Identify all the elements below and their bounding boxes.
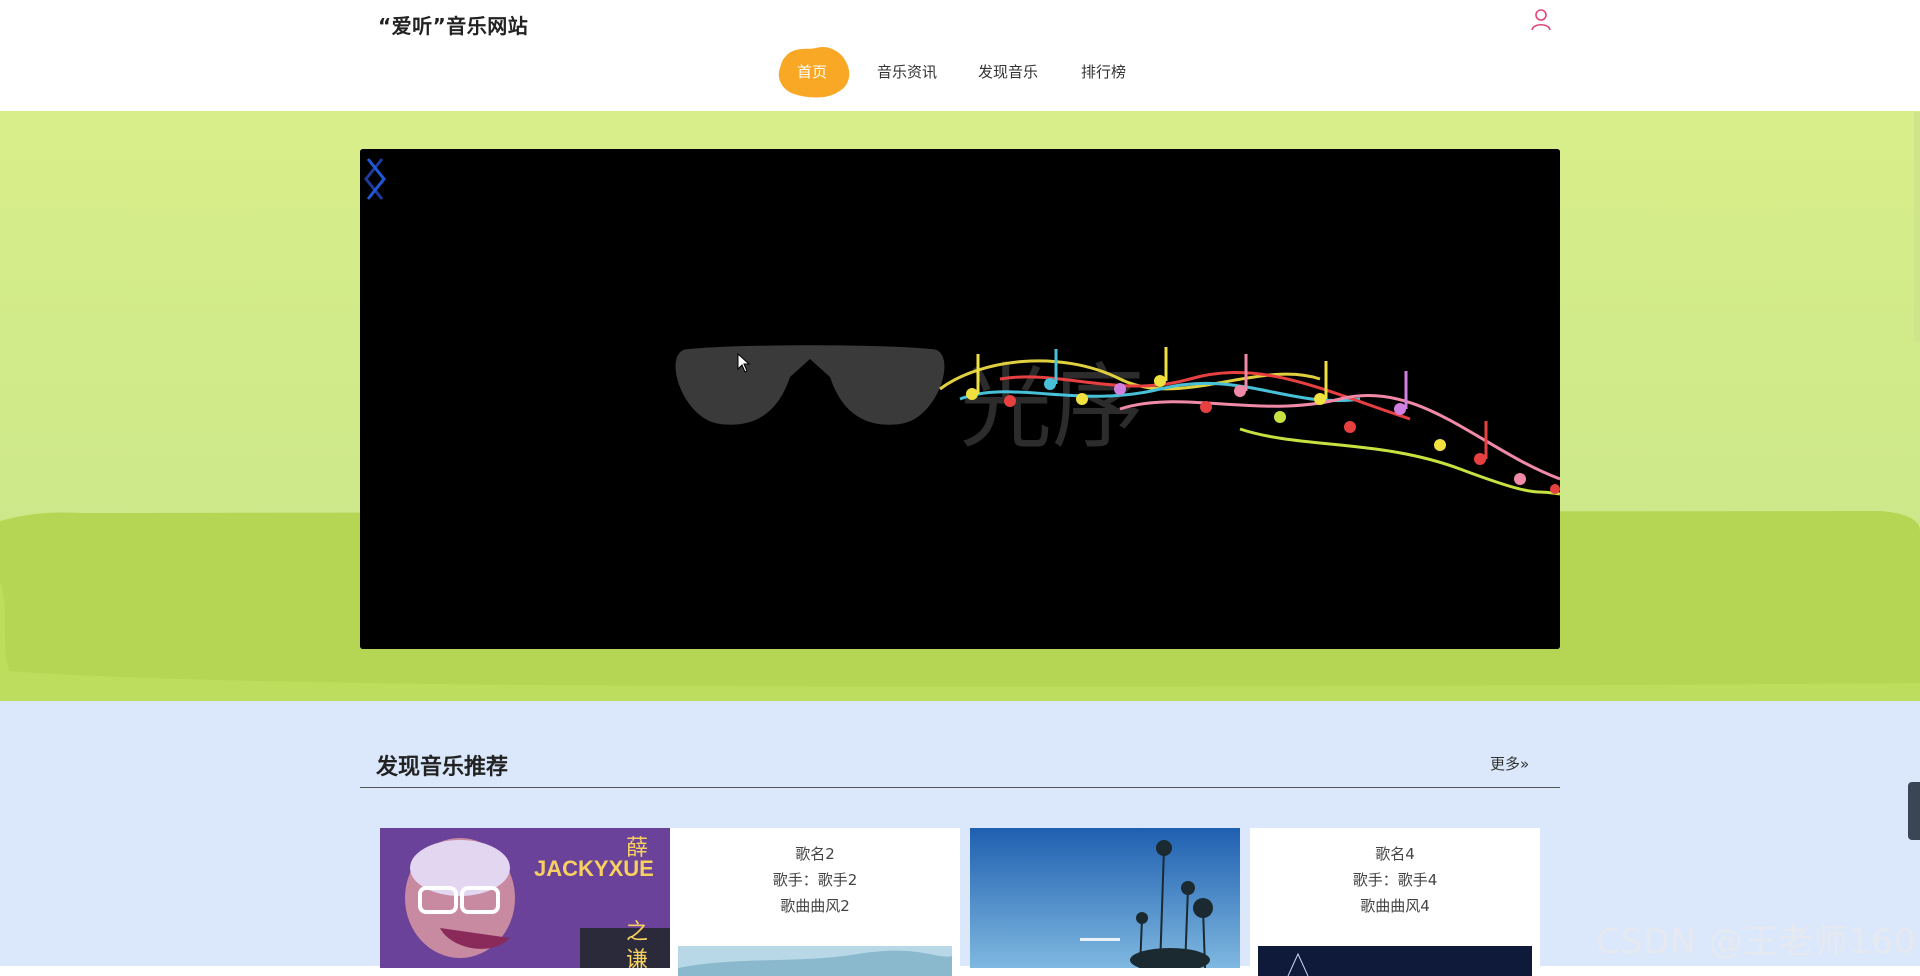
more-link[interactable]: 更多» <box>1490 753 1529 774</box>
side-feedback-tab[interactable] <box>1908 782 1920 840</box>
nav-item-discover-music[interactable]: 发现音乐 <box>978 52 1038 96</box>
song-style: 歌曲曲风2 <box>780 897 850 915</box>
site-header: “爱听”音乐网站 首页 音乐资讯 发现音乐 排行榜 <box>0 0 1920 111</box>
song-card-4[interactable]: 歌名4 歌手：歌手4 歌曲曲风4 <box>1250 828 1540 976</box>
user-icon[interactable] <box>1530 8 1552 32</box>
song-cover-peek-4 <box>1258 946 1532 976</box>
nav-item-home[interactable]: 首页 <box>797 52 827 96</box>
song-card-2[interactable]: 歌名2 歌手：歌手2 歌曲曲风2 <box>670 828 960 976</box>
song-name: 歌名4 <box>1375 845 1415 863</box>
svg-text:光序: 光序 <box>960 354 1144 461</box>
song-style: 歌曲曲风4 <box>1360 897 1430 915</box>
section-divider <box>360 787 1560 788</box>
song-cover-1[interactable]: JACKYXUE 薛 之 谦 <box>380 828 670 968</box>
hero-carousel[interactable]: 光序 <box>360 149 1560 649</box>
main-nav: 首页 音乐资讯 发现音乐 排行榜 <box>0 46 1920 98</box>
cover-char-1: 薛 <box>626 836 649 861</box>
nav-item-charts[interactable]: 排行榜 <box>1081 52 1126 96</box>
page-scrollbar[interactable] <box>1914 112 1920 342</box>
song-cover-3[interactable] <box>970 828 1240 968</box>
song-name: 歌名2 <box>795 845 835 863</box>
mouse-cursor-icon <box>737 353 751 373</box>
site-title: “爱听”音乐网站 <box>378 14 529 38</box>
section-title: 发现音乐推荐 <box>376 755 509 780</box>
song-singer: 歌手：歌手4 <box>1352 871 1438 889</box>
banner-image: 光序 <box>360 149 1560 649</box>
song-singer: 歌手：歌手2 <box>772 871 858 889</box>
carousel-next-icon[interactable] <box>360 149 390 209</box>
song-cover-peek-2 <box>678 946 952 976</box>
watermark: CSDN @王老师160 <box>1596 922 1917 962</box>
nav-item-music-news[interactable]: 音乐资讯 <box>877 52 937 96</box>
cover-char-3: 谦 <box>626 948 649 968</box>
